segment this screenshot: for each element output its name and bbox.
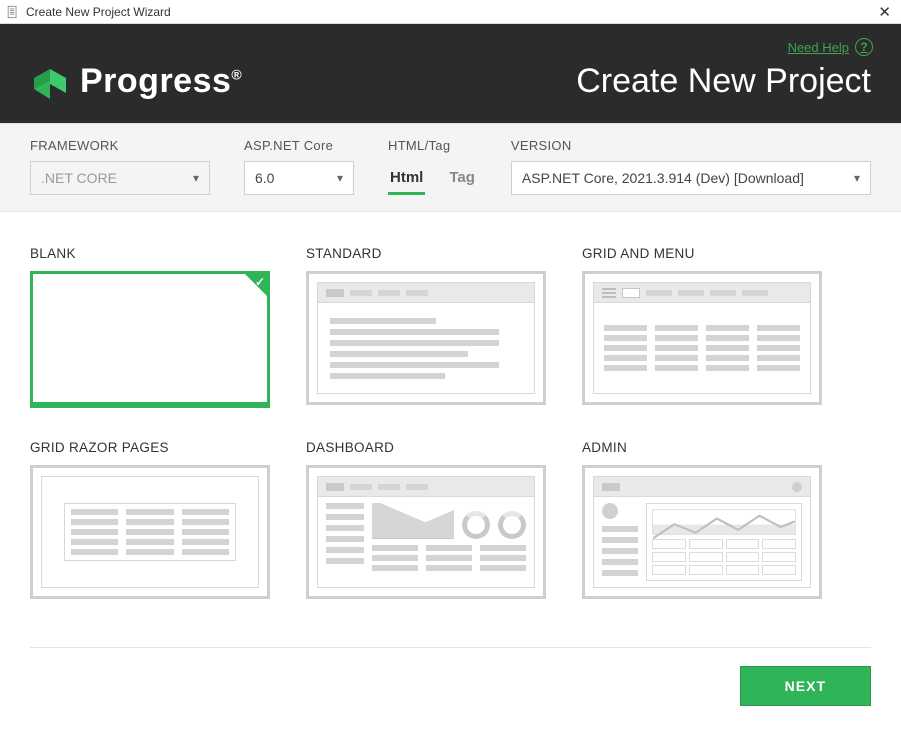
template-standard[interactable]: STANDARD <box>306 246 546 408</box>
template-label: GRID AND MENU <box>582 246 822 261</box>
avatar-icon <box>602 503 618 519</box>
version-label: VERSION <box>511 138 871 153</box>
page-title: Create New Project <box>576 62 871 101</box>
area-chart-icon <box>372 503 454 539</box>
framework-dropdown: .NET CORE ▾ <box>30 161 210 195</box>
brand-name: Progress® <box>80 62 242 101</box>
template-thumb <box>317 282 535 394</box>
template-label: GRID RAZOR PAGES <box>30 440 270 455</box>
next-button[interactable]: NEXT <box>740 666 871 706</box>
filter-bar: FRAMEWORK .NET CORE ▾ ASP.NET Core 6.0 ▾… <box>0 123 901 212</box>
template-thumb <box>317 476 535 588</box>
template-thumb <box>41 476 259 588</box>
template-admin[interactable]: ADMIN <box>582 440 822 599</box>
framework-value: .NET CORE <box>41 170 117 186</box>
template-thumb <box>593 282 811 394</box>
template-grid-menu[interactable]: GRID AND MENU <box>582 246 822 408</box>
brand-logo: Progress® <box>30 62 242 101</box>
framework-label: FRAMEWORK <box>30 138 210 153</box>
line-chart-icon <box>652 509 796 535</box>
template-card <box>582 271 822 405</box>
chevron-down-icon: ▾ <box>337 171 343 185</box>
template-card <box>582 465 822 599</box>
template-card <box>30 465 270 599</box>
template-label: ADMIN <box>582 440 822 455</box>
help-question-icon: ? <box>855 38 873 56</box>
donut-chart-icon <box>498 511 526 539</box>
window-titlebar: Create New Project Wizard ✕ <box>0 0 901 24</box>
template-thumb <box>593 476 811 588</box>
document-icon <box>6 5 20 19</box>
progress-logo-icon <box>30 63 70 101</box>
aspnet-label: ASP.NET Core <box>244 138 354 153</box>
template-label: STANDARD <box>306 246 546 261</box>
aspnet-dropdown[interactable]: 6.0 ▾ <box>244 161 354 195</box>
donut-chart-icon <box>462 511 490 539</box>
window-title: Create New Project Wizard <box>26 5 874 19</box>
template-blank[interactable]: BLANK ✓ <box>30 246 270 408</box>
need-help-link[interactable]: Need Help ? <box>788 38 873 56</box>
checkmark-icon: ✓ <box>255 275 265 289</box>
aspnet-value: 6.0 <box>255 170 274 186</box>
template-grid: BLANK ✓ STANDARD <box>0 212 901 609</box>
template-dashboard[interactable]: DASHBOARD <box>306 440 546 599</box>
template-card <box>306 271 546 405</box>
version-dropdown[interactable]: ASP.NET Core, 2021.3.914 (Dev) [Download… <box>511 161 871 195</box>
template-label: DASHBOARD <box>306 440 546 455</box>
chevron-down-icon: ▾ <box>193 171 199 185</box>
chevron-down-icon: ▾ <box>854 171 860 185</box>
template-card <box>306 465 546 599</box>
header: Need Help ? Progress® Create New Project <box>0 24 901 123</box>
tab-tag[interactable]: Tag <box>447 163 477 195</box>
template-label: BLANK <box>30 246 270 261</box>
close-icon[interactable]: ✕ <box>874 3 895 21</box>
tab-html[interactable]: Html <box>388 163 425 195</box>
footer: NEXT <box>0 647 901 730</box>
htmltag-label: HTML/Tag <box>388 138 477 153</box>
need-help-label: Need Help <box>788 40 849 55</box>
hamburger-icon <box>602 288 616 298</box>
version-value: ASP.NET Core, 2021.3.914 (Dev) [Download… <box>522 170 804 186</box>
template-grid-razor[interactable]: GRID RAZOR PAGES <box>30 440 270 599</box>
template-card: ✓ <box>30 271 270 408</box>
